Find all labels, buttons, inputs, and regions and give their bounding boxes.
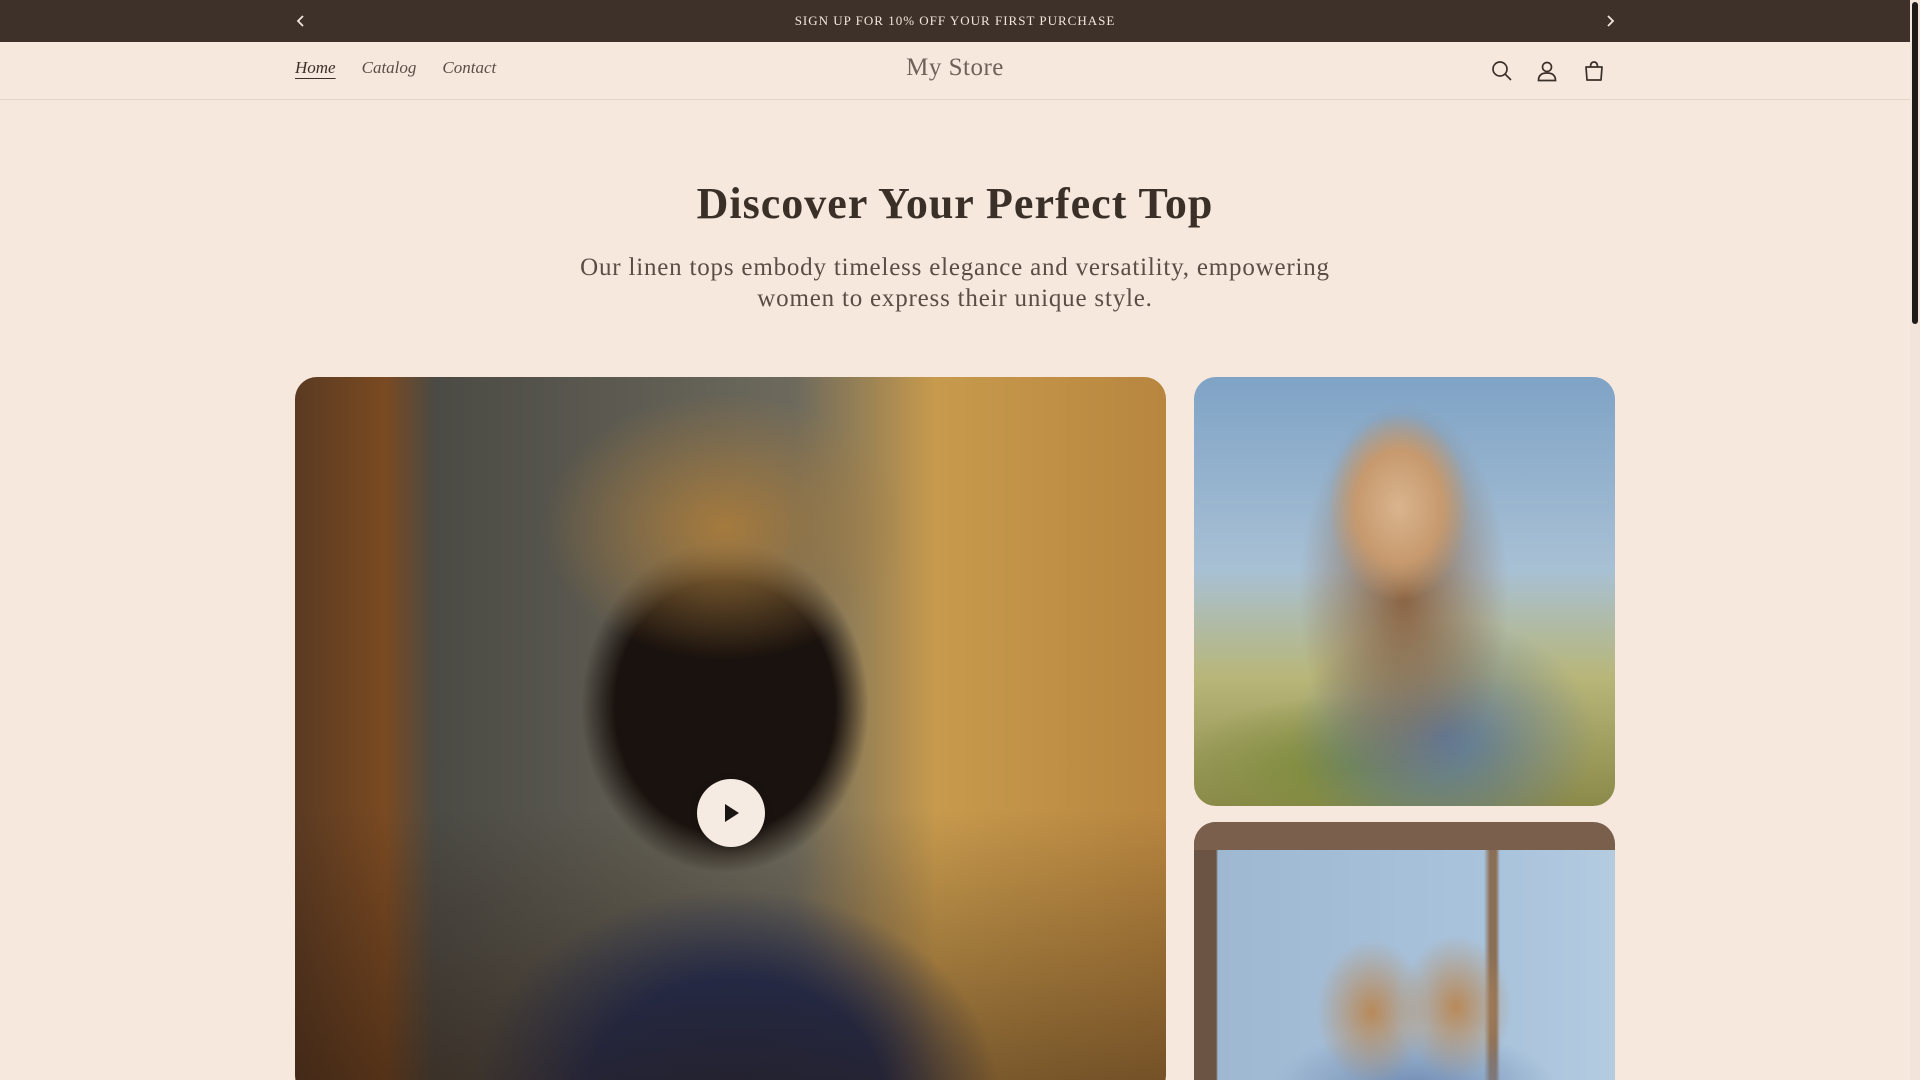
account-button[interactable] — [1531, 55, 1563, 87]
announcement-prev-button[interactable] — [291, 11, 311, 31]
store-logo[interactable]: My Store — [0, 54, 1910, 82]
lifestyle-image-field[interactable] — [1194, 377, 1615, 806]
chevron-left-icon — [296, 15, 306, 27]
search-button[interactable] — [1486, 55, 1518, 87]
lifestyle-image-window[interactable] — [1194, 822, 1615, 1080]
hero-title: Discover Your Perfect Top — [696, 179, 1214, 228]
hero-subtitle: Our linen tops embody timeless elegance … — [580, 254, 1330, 312]
site-header: Home Catalog Contact My Store — [0, 42, 1910, 100]
announcement-bar: SIGN UP FOR 10% OFF YOUR FIRST PURCHASE — [0, 0, 1910, 42]
announcement-text[interactable]: SIGN UP FOR 10% OFF YOUR FIRST PURCHASE — [795, 13, 1116, 29]
cart-button[interactable] — [1578, 55, 1610, 87]
video-poster-image — [295, 377, 1166, 1080]
scrollbar-thumb[interactable] — [1912, 2, 1918, 324]
featured-video[interactable] — [295, 377, 1166, 1080]
play-icon — [721, 802, 741, 824]
cart-icon — [1583, 60, 1605, 82]
search-icon — [1491, 60, 1513, 82]
page-scrollbar[interactable] — [1910, 0, 1920, 1080]
announcement-next-button[interactable] — [1600, 11, 1620, 31]
chevron-right-icon — [1605, 15, 1615, 27]
account-icon — [1536, 60, 1558, 82]
play-button[interactable] — [697, 779, 765, 847]
window-frame — [1194, 822, 1615, 850]
